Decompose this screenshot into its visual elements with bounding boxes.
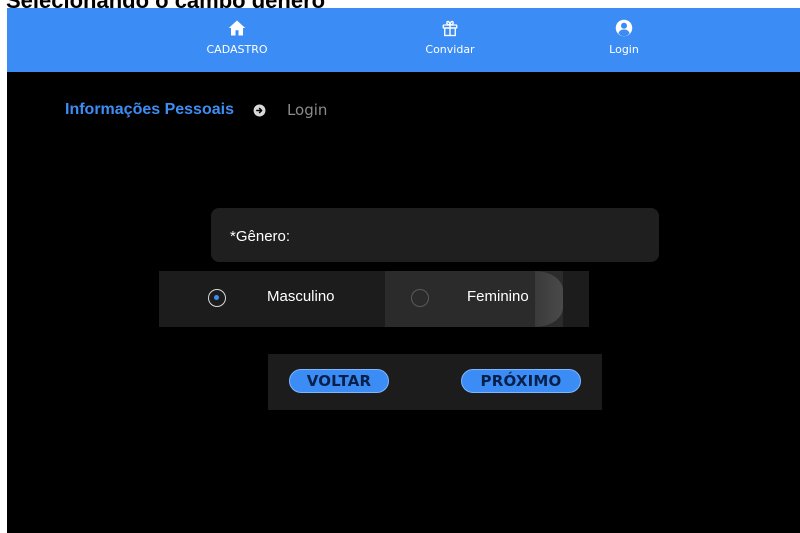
home-icon	[228, 20, 246, 36]
user-circle-icon	[615, 19, 633, 37]
gender-option-feminino[interactable]: Feminino	[385, 271, 563, 327]
nav-item-label: CADASTRO	[206, 43, 268, 56]
gender-option-masculino[interactable]: Masculino	[159, 271, 385, 327]
radio-feminino[interactable]	[411, 289, 429, 307]
next-button[interactable]: PRÓXIMO	[461, 369, 581, 393]
gender-field-box: *Gênero:	[211, 208, 659, 262]
arrow-right-circle-icon	[253, 104, 266, 116]
app-frame: CADASTRO Convidar Login Informações Pess…	[7, 8, 800, 533]
step-login: Login	[286, 101, 328, 119]
gender-radio-group: Masculino Feminino	[159, 271, 589, 327]
nav-item-convidar[interactable]: Convidar	[390, 13, 510, 67]
nav-item-login[interactable]: Login	[564, 13, 684, 67]
nav-item-label: Convidar	[425, 43, 475, 56]
gender-label: *Gênero:	[230, 228, 291, 245]
nav-item-cadastro[interactable]: CADASTRO	[177, 13, 297, 67]
radio-label-masculino: Masculino	[267, 288, 335, 305]
radio-masculino[interactable]	[208, 289, 226, 307]
step-indicator: Informações Pessoais Login	[65, 100, 327, 120]
hover-highlight	[535, 271, 563, 327]
back-button[interactable]: VOLTAR	[289, 369, 389, 393]
form-actions: VOLTAR PRÓXIMO	[268, 354, 602, 410]
radio-label-feminino: Feminino	[467, 288, 529, 305]
gift-icon	[442, 20, 458, 37]
top-navbar: CADASTRO Convidar Login	[7, 8, 800, 72]
step-personal-info: Informações Pessoais	[65, 101, 234, 118]
nav-item-label: Login	[609, 43, 639, 56]
